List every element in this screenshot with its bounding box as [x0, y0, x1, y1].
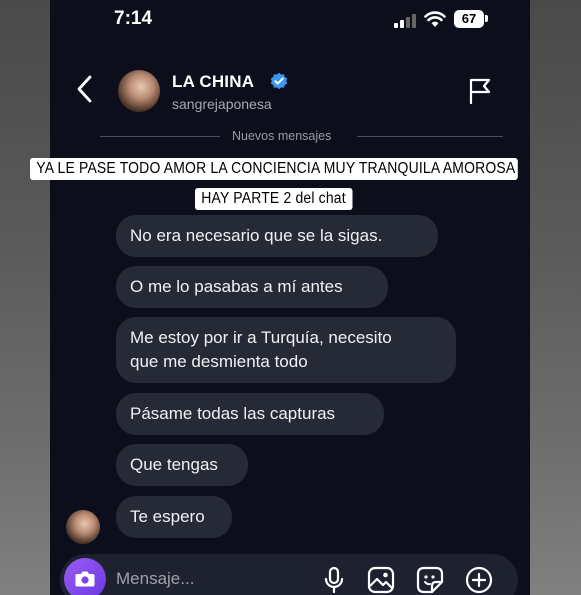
sender-avatar[interactable] [66, 510, 100, 544]
message-bubble[interactable]: Me estoy por ir a Turquía, necesito que … [116, 317, 456, 383]
camera-icon [75, 571, 95, 587]
signal-icon [394, 14, 416, 28]
image-icon[interactable] [367, 566, 395, 595]
sticker-icon[interactable] [416, 566, 444, 595]
separator-line-right [357, 136, 503, 137]
message-bubble[interactable]: O me lo pasabas a mí antes [116, 266, 388, 308]
battery-level: 67 [454, 10, 484, 28]
message-bubble[interactable]: Que tengas [116, 444, 248, 486]
status-time: 7:14 [114, 8, 153, 29]
message-line: Me estoy por ir a Turquía, necesito [130, 328, 392, 347]
separator-line-left [100, 136, 220, 137]
chevron-left-icon[interactable] [75, 74, 95, 109]
wifi-icon [424, 11, 446, 33]
message-bubble[interactable]: No era necesario que se la sigas. [116, 215, 438, 257]
battery-icon [485, 15, 488, 22]
story-caption-line2: HAY PARTE 2 del chat [195, 188, 353, 210]
plus-circle-icon[interactable] [465, 566, 493, 595]
message-input[interactable]: Mensaje... [116, 569, 194, 589]
message-line: que me desmienta todo [130, 352, 308, 371]
verified-badge-icon [270, 72, 288, 95]
message-bubble[interactable]: Pásame todas las capturas [116, 393, 384, 435]
camera-button[interactable] [64, 558, 106, 595]
contact-username: sangrejaponesa [172, 96, 272, 112]
new-messages-label: Nuevos mensajes [232, 129, 332, 143]
avatar[interactable] [118, 70, 160, 112]
microphone-icon[interactable] [322, 566, 346, 595]
story-caption-line1: YA LE PASE TODO AMOR LA CONCIENCIA MUY T… [30, 158, 518, 180]
contact-name[interactable]: LA CHINA [172, 72, 254, 92]
message-bubble[interactable]: Te espero [116, 496, 232, 538]
flag-icon[interactable] [468, 78, 492, 109]
